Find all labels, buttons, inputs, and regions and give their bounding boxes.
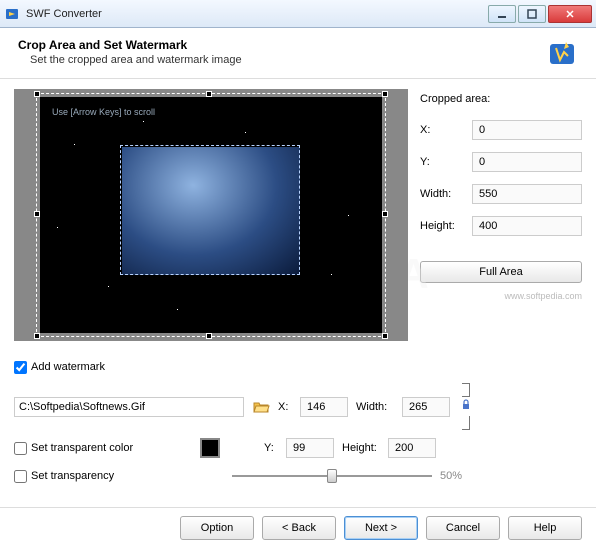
transparent-color-checkbox[interactable]: Set transparent color xyxy=(14,438,164,458)
slider-thumb[interactable] xyxy=(327,469,337,483)
close-button[interactable] xyxy=(548,5,592,23)
preview-canvas[interactable]: Use [Arrow Keys] to scroll xyxy=(14,89,408,341)
crop-width-field[interactable]: 550 xyxy=(472,184,582,204)
crop-panel: Cropped area: X: 0 Y: 0 Width: 550 Height: 4… xyxy=(420,89,582,341)
add-watermark-input[interactable] xyxy=(14,361,27,374)
crop-y-label: Y: xyxy=(420,156,468,168)
crop-y-field[interactable]: 0 xyxy=(472,152,582,172)
option-button[interactable]: Option xyxy=(180,516,254,540)
crop-height-field[interactable]: 400 xyxy=(472,216,582,236)
lock-icon[interactable] xyxy=(460,399,472,414)
maximize-button[interactable] xyxy=(518,5,546,23)
lock-bracket-bottom xyxy=(462,416,470,430)
crop-width-label: Width: xyxy=(420,188,468,200)
wm-x-field[interactable]: 146 xyxy=(300,397,348,417)
transparency-label: Set transparency xyxy=(31,470,114,482)
crop-handle-e[interactable] xyxy=(382,211,388,217)
crop-x-label: X: xyxy=(420,124,468,136)
video-frame: Use [Arrow Keys] to scroll xyxy=(40,97,382,333)
crop-handle-se[interactable] xyxy=(382,333,388,339)
lock-bracket-top xyxy=(462,383,470,397)
transparent-color-input[interactable] xyxy=(14,442,27,455)
browse-icon[interactable] xyxy=(252,398,270,416)
crop-handle-nw[interactable] xyxy=(34,91,40,97)
product-logo-icon xyxy=(546,38,578,70)
transparency-slider[interactable] xyxy=(232,473,432,479)
app-icon xyxy=(4,6,20,22)
watermark-rectangle[interactable] xyxy=(120,145,300,275)
watermark-path-field[interactable]: C:\Softpedia\Softnews.Gif xyxy=(14,397,244,417)
color-swatch[interactable] xyxy=(200,438,220,458)
cancel-button[interactable]: Cancel xyxy=(426,516,500,540)
wm-width-field[interactable]: 265 xyxy=(402,397,450,417)
wm-height-label: Height: xyxy=(342,442,384,454)
window-title: SWF Converter xyxy=(26,8,486,20)
wm-height-field[interactable]: 200 xyxy=(388,438,436,458)
wm-width-label: Width: xyxy=(356,401,398,413)
transparency-input[interactable] xyxy=(14,470,27,483)
full-area-button[interactable]: Full Area xyxy=(420,261,582,283)
subnote: www.softpedia.com xyxy=(420,291,582,301)
crop-handle-ne[interactable] xyxy=(382,91,388,97)
transparency-checkbox[interactable]: Set transparency xyxy=(14,466,164,486)
add-watermark-checkbox[interactable]: Add watermark xyxy=(14,357,582,377)
crop-height-label: Height: xyxy=(420,220,468,232)
transparency-value: 50% xyxy=(440,470,462,482)
page-title: Crop Area and Set Watermark xyxy=(18,38,546,52)
crop-panel-label: Cropped area: xyxy=(420,93,582,105)
crop-handle-n[interactable] xyxy=(206,91,212,97)
back-button[interactable]: < Back xyxy=(262,516,336,540)
next-button[interactable]: Next > xyxy=(344,516,418,540)
transparent-color-label: Set transparent color xyxy=(31,442,133,454)
add-watermark-label: Add watermark xyxy=(31,361,105,373)
help-button[interactable]: Help xyxy=(508,516,582,540)
titlebar: SWF Converter xyxy=(0,0,596,28)
crop-x-field[interactable]: 0 xyxy=(472,120,582,140)
crop-handle-sw[interactable] xyxy=(34,333,40,339)
crop-handle-s[interactable] xyxy=(206,333,212,339)
crop-handle-w[interactable] xyxy=(34,211,40,217)
minimize-button[interactable] xyxy=(488,5,516,23)
page-subtitle: Set the cropped area and watermark image xyxy=(18,54,546,66)
watermark-panel: Add watermark C:\Softpedia\Softnews.Gif … xyxy=(0,351,596,496)
wm-y-field[interactable]: 99 xyxy=(286,438,334,458)
wm-y-label: Y: xyxy=(264,442,282,454)
page-header: Crop Area and Set Watermark Set the crop… xyxy=(0,28,596,79)
wizard-footer: Option < Back Next > Cancel Help xyxy=(0,507,596,548)
wm-x-label: X: xyxy=(278,401,296,413)
